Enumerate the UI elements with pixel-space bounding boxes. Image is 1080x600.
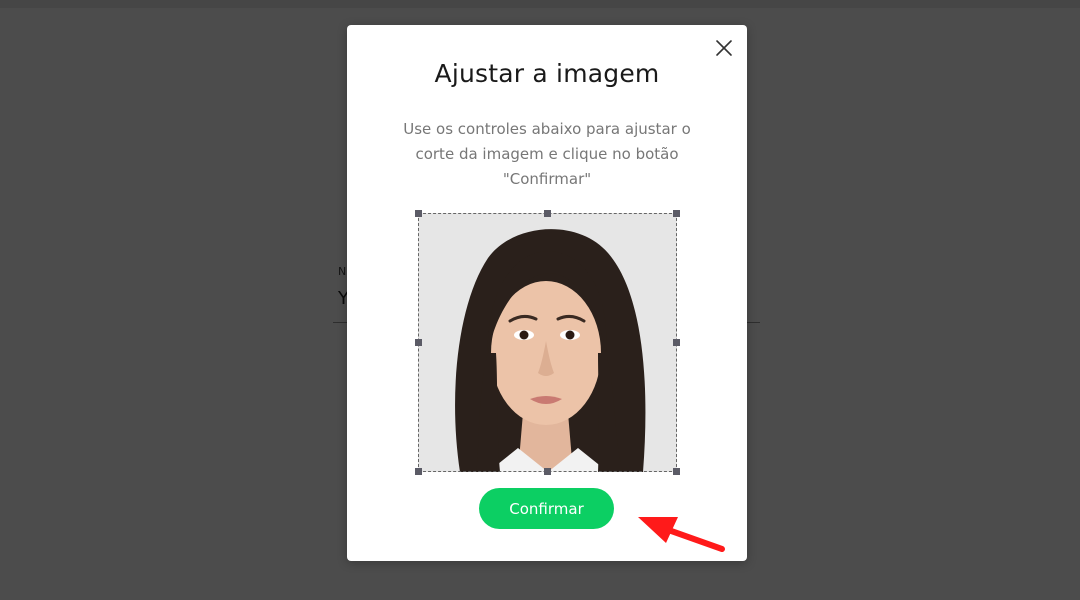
crop-handle-left[interactable] xyxy=(415,339,422,346)
crop-handle-bottom-left[interactable] xyxy=(415,468,422,475)
confirm-button[interactable]: Confirmar xyxy=(479,488,614,529)
crop-handle-top[interactable] xyxy=(544,210,551,217)
close-button[interactable] xyxy=(713,37,735,59)
crop-handle-top-right[interactable] xyxy=(673,210,680,217)
modal-title: Ajustar a imagem xyxy=(434,59,660,88)
overlay-topbar xyxy=(0,0,1080,8)
close-icon xyxy=(716,40,732,56)
crop-handle-bottom-right[interactable] xyxy=(673,468,680,475)
crop-handle-bottom[interactable] xyxy=(544,468,551,475)
crop-image-modal: Ajustar a imagem Use os controles abaixo… xyxy=(347,25,747,561)
crop-handle-top-left[interactable] xyxy=(415,210,422,217)
image-cropper[interactable] xyxy=(415,210,680,475)
crop-box[interactable] xyxy=(418,213,677,472)
red-arrow-icon xyxy=(630,505,730,565)
crop-handle-right[interactable] xyxy=(673,339,680,346)
modal-description: Use os controles abaixo para ajustar o c… xyxy=(403,120,691,188)
